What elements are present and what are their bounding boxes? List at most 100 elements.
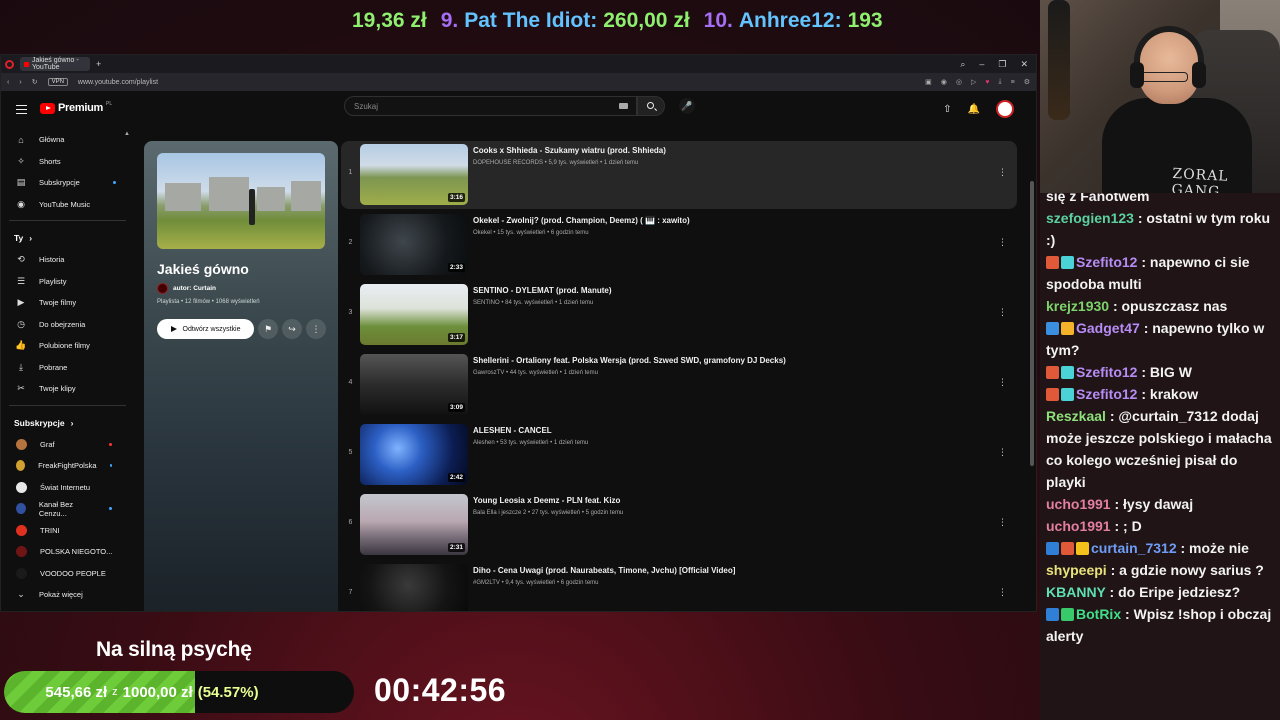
playlist-video-row[interactable]: 2 2:33 Okekel - Zwolnij? (prod. Champion, … <box>341 211 1017 281</box>
more-vert-icon[interactable]: ⋮ <box>998 307 1007 318</box>
search-input[interactable]: Szukaj <box>344 96 637 116</box>
video-title[interactable]: Okekel - Zwolnij? (prod. Champion, Deemz… <box>473 216 690 225</box>
scrollbar[interactable] <box>1030 181 1034 466</box>
shield-icon[interactable]: ◎ <box>956 78 962 86</box>
playlist-video-row[interactable]: 1 3:16 Cooks x Shhieda - Szukamy wiatru (p… <box>341 141 1017 209</box>
heart-icon[interactable]: ♥ <box>985 79 989 86</box>
more-vert-icon[interactable]: ⋮ <box>998 587 1007 598</box>
video-thumbnail[interactable]: 2:31 <box>360 494 468 555</box>
sidebar-item-youtube-music[interactable]: ◉ YouTube Music <box>1 194 134 216</box>
chat-username[interactable]: KBANNY <box>1046 584 1106 600</box>
playlist-author[interactable]: autor: Curtain <box>157 283 216 294</box>
chat-username[interactable]: Szefito12 <box>1076 364 1137 380</box>
sidebar-item-polubione-filmy[interactable]: 👍 Polubione filmy <box>1 335 134 357</box>
sidebar-show-more[interactable]: ⌄ Pokaż więcej <box>1 584 134 606</box>
sidebar-item-historia[interactable]: ⟲ Historia <box>1 249 134 271</box>
sidebar-item-g-wna[interactable]: ⌂ Główna <box>1 129 134 151</box>
chat-username[interactable]: Gadget47 <box>1076 320 1140 336</box>
more-vert-icon[interactable]: ⋮ <box>998 167 1007 178</box>
maximize-icon[interactable]: ❐ <box>998 59 1006 70</box>
sidebar-item-pobrane[interactable]: ⤓ Pobrane <box>1 357 134 379</box>
sidebar-subscription-item[interactable]: VOODOO PEOPLE <box>1 563 134 585</box>
video-channel[interactable]: Bala Ella i jeszcze 2 <box>473 510 526 516</box>
chat-username[interactable]: Szefito12 <box>1076 386 1137 402</box>
back-icon[interactable]: ‹ <box>7 79 9 86</box>
video-channel[interactable]: Aleshen <box>473 440 495 446</box>
extension-icon[interactable]: ▣ <box>925 78 932 86</box>
chat-username[interactable]: Reszkaal <box>1046 408 1106 424</box>
sidebar-item-subskrypcje[interactable]: ▤ Subskrypcje <box>1 172 134 194</box>
sidebar-item-twoje-klipy[interactable]: ✂ Twoje klipy <box>1 378 134 400</box>
sidebar-subscription-item[interactable]: Kanał Bez Cenzu... <box>1 498 134 520</box>
youtube-logo[interactable]: Premium PL <box>40 101 112 114</box>
microphone-icon[interactable]: 🎤 <box>679 98 695 114</box>
playlist-thumbnail[interactable] <box>157 153 325 249</box>
video-channel[interactable]: Okekel <box>473 230 492 236</box>
video-title[interactable]: Diho - Cena Uwagi (prod. Naurabeats, Tim… <box>473 566 735 575</box>
more-actions-button[interactable]: ⋮ <box>306 319 326 339</box>
video-channel[interactable]: SENTINO <box>473 300 500 306</box>
chat-username[interactable]: ucho1991 <box>1046 496 1111 512</box>
sidebar-subscription-item[interactable]: FreakFightPolska <box>1 455 134 477</box>
sidebar-scroll-up-icon[interactable]: ▲ <box>124 131 130 137</box>
video-thumbnail[interactable]: 3:17 <box>360 284 468 345</box>
video-channel[interactable]: #GM2LTV <box>473 580 500 586</box>
sidebar-item-playlisty[interactable]: ☰ Playlisty <box>1 271 134 293</box>
video-channel[interactable]: GawroszTV <box>473 370 504 376</box>
more-vert-icon[interactable]: ⋮ <box>998 517 1007 528</box>
video-channel[interactable]: DOPEHOUSE RECORDS <box>473 160 543 166</box>
settings-icon[interactable]: ⚙ <box>1024 78 1030 86</box>
video-thumbnail[interactable]: 2:33 <box>360 214 468 275</box>
avatar[interactable] <box>996 100 1014 118</box>
more-vert-icon[interactable]: ⋮ <box>998 237 1007 248</box>
new-tab-icon[interactable]: + <box>96 59 101 69</box>
video-title[interactable]: Shellerini - Ortaliony feat. Polska Wers… <box>473 356 786 365</box>
save-playlist-button[interactable]: ⚑ <box>258 319 278 339</box>
sidebar-subscription-item[interactable]: POLSKA NIEGOTO... <box>1 541 134 563</box>
more-vert-icon[interactable]: ⋮ <box>998 447 1007 458</box>
keyboard-icon[interactable] <box>619 103 628 109</box>
download-icon[interactable]: ⤓ <box>999 78 1002 86</box>
chat-username[interactable]: curtain_7312 <box>1091 540 1177 556</box>
playlist-video-row[interactable]: 7 Diho - Cena Uwagi (prod. Naurabeats, Ti… <box>341 561 1017 611</box>
sidebar-you-header[interactable]: Ty › <box>1 227 134 249</box>
video-title[interactable]: SENTINO - DYLEMAT (prod. Manute) <box>473 286 612 295</box>
video-title[interactable]: Cooks x Shhieda - Szukamy wiatru (prod. … <box>473 146 666 155</box>
sidebar-item-do-obejrzenia[interactable]: ◷ Do obejrzenia <box>1 314 134 336</box>
video-thumbnail[interactable] <box>360 564 468 611</box>
chat-username[interactable]: Szefito12 <box>1076 254 1137 270</box>
hamburger-menu-icon[interactable] <box>16 105 27 114</box>
browser-tab[interactable]: Jakieś gówno - YouTube <box>20 57 90 71</box>
sidebar-item-shorts[interactable]: ✧ Shorts <box>1 151 134 173</box>
opera-logo-icon[interactable] <box>5 59 14 69</box>
video-thumbnail[interactable]: 3:16 <box>360 144 468 205</box>
search-tabs-icon[interactable]: ⌕ <box>960 59 965 70</box>
notifications-bell-icon[interactable]: 🔔 <box>968 104 980 115</box>
video-title[interactable]: ALESHEN - CANCEL <box>473 426 588 435</box>
vpn-badge[interactable]: VPN <box>47 78 68 86</box>
url-field[interactable]: www.youtube.com/playlist <box>78 79 158 86</box>
sidebar-subscription-item[interactable]: Świat Internetu <box>1 477 134 499</box>
chat-username[interactable]: ucho1991 <box>1046 518 1111 534</box>
more-vert-icon[interactable]: ⋮ <box>998 377 1007 388</box>
minimize-icon[interactable]: – <box>979 59 984 70</box>
reload-icon[interactable]: ↻ <box>32 78 38 86</box>
close-icon[interactable]: ✕ <box>1020 59 1028 70</box>
playlist-video-row[interactable]: 4 3:09 Shellerini - Ortaliony feat. Polska… <box>341 351 1017 421</box>
player-icon[interactable]: ▷ <box>971 78 976 86</box>
chat-username[interactable]: krejz1930 <box>1046 298 1109 314</box>
forward-icon[interactable]: › <box>19 79 21 86</box>
sidebar-item-twoje-filmy[interactable]: ▶ Twoje filmy <box>1 292 134 314</box>
sidebar-subscription-item[interactable]: Graf <box>1 434 134 456</box>
chat-username[interactable]: shypeepi <box>1046 562 1107 578</box>
search-button[interactable] <box>637 96 665 116</box>
video-title[interactable]: Young Leosia x Deemz - PLN feat. Kizo <box>473 496 623 505</box>
chat-username[interactable]: szefogien123 <box>1046 210 1134 226</box>
playlist-video-row[interactable]: 5 2:42 ALESHEN - CANCEL Aleshen • 53 tys. w… <box>341 421 1017 491</box>
sidebar-subscription-item[interactable]: TRINI <box>1 520 134 542</box>
chat-username[interactable]: BotRix <box>1076 606 1121 622</box>
share-button[interactable]: ↪ <box>282 319 302 339</box>
playlist-video-row[interactable]: 3 3:17 SENTINO - DYLEMAT (prod. Manute) SEN… <box>341 281 1017 351</box>
playlist-video-row[interactable]: 6 2:31 Young Leosia x Deemz - PLN feat. Ki… <box>341 491 1017 561</box>
menu-icon[interactable]: ≡ <box>1011 79 1015 86</box>
